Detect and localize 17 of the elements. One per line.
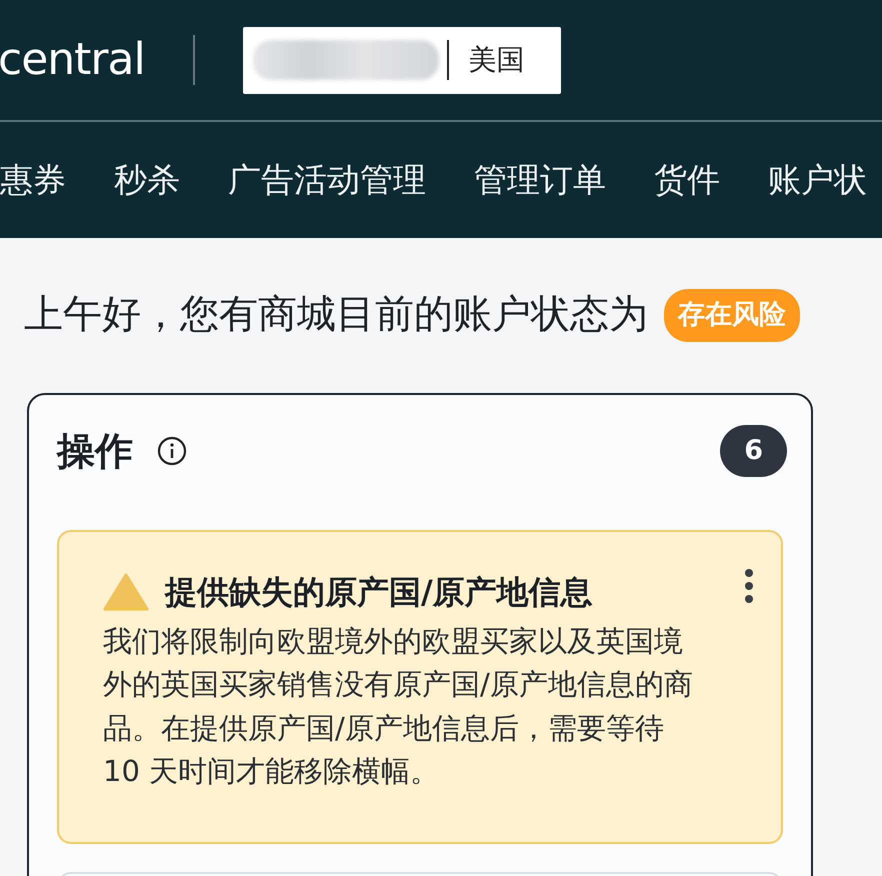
greeting-text: 上午好，您有商城目前的账户状态为 [24,291,648,339]
status-badge: 存在风险 [664,289,800,342]
nav-link[interactable]: 管理订单 [474,155,606,205]
info-icon[interactable] [157,436,187,466]
logo-text[interactable]: central [0,27,145,93]
nav-link[interactable]: 秒杀 [114,155,180,205]
card-title: 操作 [57,428,133,474]
more-options-icon[interactable] [743,568,755,604]
alert-message: 我们将限制向欧盟境外的欧盟买家以及英国境外的英国买家销售没有原产国/原产地信息的商品。在提供原产国/原产地信息后，需要等待 10 天时间才能移除横幅。 [103,622,694,790]
warning-icon [103,572,149,610]
count-badge: 6 [720,424,787,478]
region-label: 美国 [468,42,525,78]
store-selector[interactable]: 美国 [242,26,561,94]
nav-link[interactable]: 账户状 [768,155,867,205]
nav-link[interactable]: 广告活动管理 [228,155,426,205]
alert-title: 提供缺失的原产国/原产地信息 [165,572,593,612]
nav-link[interactable]: 货件 [654,155,720,205]
